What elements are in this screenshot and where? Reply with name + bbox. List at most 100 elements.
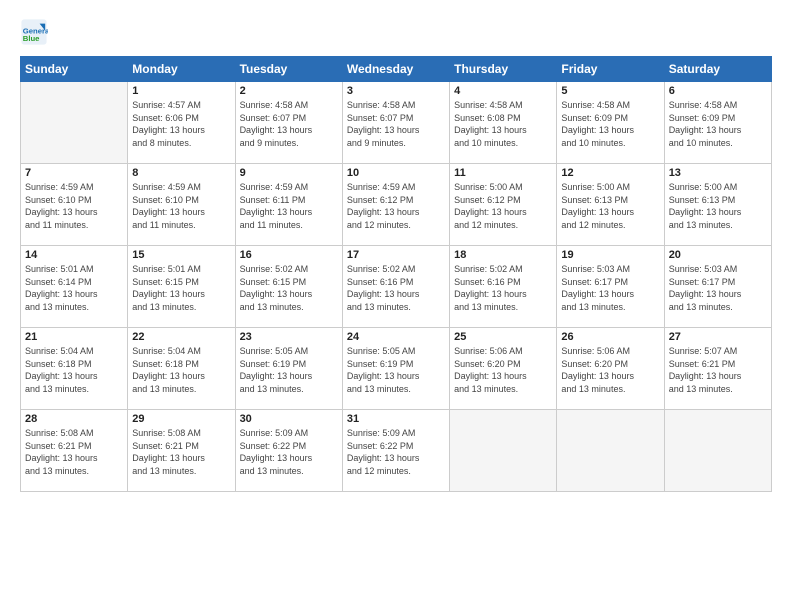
cell-date: 30 — [240, 413, 338, 425]
calendar-cell: 8 Sunrise: 4:59 AM Sunset: 6:10 PM Daylig… — [128, 164, 235, 246]
logo-icon: General Blue — [20, 18, 48, 46]
calendar-cell: 19 Sunrise: 5:03 AM Sunset: 6:17 PM Dayli… — [557, 246, 664, 328]
calendar-cell: 14Sunrise: 5:01 AM Sunset: 6:14 PM Dayli… — [21, 246, 128, 328]
calendar-cell: 11Sunrise: 5:00 AM Sunset: 6:12 PM Dayli… — [450, 164, 557, 246]
cell-info: Sunrise: 5:02 AM Sunset: 6:16 PM Dayligh… — [454, 263, 552, 313]
calendar-cell: 1 Sunrise: 4:57 AM Sunset: 6:06 PM Daylig… — [128, 82, 235, 164]
cell-info: Sunrise: 5:01 AM Sunset: 6:15 PM Dayligh… — [132, 263, 230, 313]
weekday-header-friday: Friday — [557, 57, 664, 82]
cell-date: 20 — [669, 249, 767, 261]
calendar-cell: 28 Sunrise: 5:08 AM Sunset: 6:21 PM Dayli… — [21, 410, 128, 492]
weekday-header-tuesday: Tuesday — [235, 57, 342, 82]
weekday-header-sunday: Sunday — [21, 57, 128, 82]
cell-date: 27 — [669, 331, 767, 343]
header: General Blue — [20, 18, 772, 46]
calendar-cell: 17 Sunrise: 5:02 AM Sunset: 6:16 PM Dayli… — [342, 246, 449, 328]
cell-date: 18 — [454, 249, 552, 261]
cell-info: Sunrise: 4:59 AM Sunset: 6:12 PM Dayligh… — [347, 181, 445, 231]
logo: General Blue — [20, 18, 50, 46]
cell-info: Sunrise: 4:58 AM Sunset: 6:07 PM Dayligh… — [240, 99, 338, 149]
cell-date: 4 — [454, 85, 552, 97]
calendar-cell: 3 Sunrise: 4:58 AM Sunset: 6:07 PM Daylig… — [342, 82, 449, 164]
cell-info: Sunrise: 5:09 AM Sunset: 6:22 PM Dayligh… — [240, 427, 338, 477]
cell-date: 31 — [347, 413, 445, 425]
weekday-header-wednesday: Wednesday — [342, 57, 449, 82]
cell-info: Sunrise: 4:59 AM Sunset: 6:11 PM Dayligh… — [240, 181, 338, 231]
cell-info: Sunrise: 4:58 AM Sunset: 6:08 PM Dayligh… — [454, 99, 552, 149]
cell-info: Sunrise: 4:58 AM Sunset: 6:07 PM Dayligh… — [347, 99, 445, 149]
cell-info: Sunrise: 4:59 AM Sunset: 6:10 PM Dayligh… — [25, 181, 123, 231]
cell-info: Sunrise: 5:07 AM Sunset: 6:21 PM Dayligh… — [669, 345, 767, 395]
calendar-cell: 9 Sunrise: 4:59 AM Sunset: 6:11 PM Daylig… — [235, 164, 342, 246]
calendar-cell: 15 Sunrise: 5:01 AM Sunset: 6:15 PM Dayli… — [128, 246, 235, 328]
cell-info: Sunrise: 5:02 AM Sunset: 6:15 PM Dayligh… — [240, 263, 338, 313]
week-row-4: 28 Sunrise: 5:08 AM Sunset: 6:21 PM Dayli… — [21, 410, 772, 492]
cell-date: 22 — [132, 331, 230, 343]
calendar-cell: 5Sunrise: 4:58 AM Sunset: 6:09 PM Daylig… — [557, 82, 664, 164]
cell-date: 8 — [132, 167, 230, 179]
calendar-cell: 10Sunrise: 4:59 AM Sunset: 6:12 PM Dayli… — [342, 164, 449, 246]
cell-date: 9 — [240, 167, 338, 179]
calendar-cell: 26Sunrise: 5:06 AM Sunset: 6:20 PM Dayli… — [557, 328, 664, 410]
cell-date: 28 — [25, 413, 123, 425]
cell-info: Sunrise: 5:05 AM Sunset: 6:19 PM Dayligh… — [347, 345, 445, 395]
cell-info: Sunrise: 4:58 AM Sunset: 6:09 PM Dayligh… — [669, 99, 767, 149]
week-row-1: 7 Sunrise: 4:59 AM Sunset: 6:10 PM Daylig… — [21, 164, 772, 246]
weekday-header-thursday: Thursday — [450, 57, 557, 82]
calendar-cell: 29Sunrise: 5:08 AM Sunset: 6:21 PM Dayli… — [128, 410, 235, 492]
calendar-cell — [21, 82, 128, 164]
week-row-3: 21 Sunrise: 5:04 AM Sunset: 6:18 PM Dayli… — [21, 328, 772, 410]
cell-date: 15 — [132, 249, 230, 261]
calendar-cell: 4 Sunrise: 4:58 AM Sunset: 6:08 PM Daylig… — [450, 82, 557, 164]
calendar-cell: 30 Sunrise: 5:09 AM Sunset: 6:22 PM Dayli… — [235, 410, 342, 492]
weekday-header-monday: Monday — [128, 57, 235, 82]
weekday-header-row: SundayMondayTuesdayWednesdayThursdayFrid… — [21, 57, 772, 82]
cell-info: Sunrise: 5:00 AM Sunset: 6:13 PM Dayligh… — [561, 181, 659, 231]
cell-info: Sunrise: 5:09 AM Sunset: 6:22 PM Dayligh… — [347, 427, 445, 477]
calendar-cell: 27 Sunrise: 5:07 AM Sunset: 6:21 PM Dayli… — [664, 328, 771, 410]
cell-date: 5 — [561, 85, 659, 97]
calendar-cell: 6Sunrise: 4:58 AM Sunset: 6:09 PM Daylig… — [664, 82, 771, 164]
cell-info: Sunrise: 5:00 AM Sunset: 6:13 PM Dayligh… — [669, 181, 767, 231]
cell-date: 19 — [561, 249, 659, 261]
calendar-cell: 24 Sunrise: 5:05 AM Sunset: 6:19 PM Dayli… — [342, 328, 449, 410]
cell-date: 3 — [347, 85, 445, 97]
cell-date: 23 — [240, 331, 338, 343]
cell-date: 26 — [561, 331, 659, 343]
calendar-cell: 18 Sunrise: 5:02 AM Sunset: 6:16 PM Dayli… — [450, 246, 557, 328]
calendar-cell: 20 Sunrise: 5:03 AM Sunset: 6:17 PM Dayli… — [664, 246, 771, 328]
calendar-table: SundayMondayTuesdayWednesdayThursdayFrid… — [20, 56, 772, 492]
cell-info: Sunrise: 5:02 AM Sunset: 6:16 PM Dayligh… — [347, 263, 445, 313]
cell-date: 14 — [25, 249, 123, 261]
cell-date: 7 — [25, 167, 123, 179]
calendar-cell: 13 Sunrise: 5:00 AM Sunset: 6:13 PM Dayli… — [664, 164, 771, 246]
cell-info: Sunrise: 4:57 AM Sunset: 6:06 PM Dayligh… — [132, 99, 230, 149]
cell-date: 11 — [454, 167, 552, 179]
cell-info: Sunrise: 5:04 AM Sunset: 6:18 PM Dayligh… — [25, 345, 123, 395]
cell-info: Sunrise: 4:59 AM Sunset: 6:10 PM Dayligh… — [132, 181, 230, 231]
calendar-cell — [664, 410, 771, 492]
cell-date: 29 — [132, 413, 230, 425]
weekday-header-saturday: Saturday — [664, 57, 771, 82]
cell-info: Sunrise: 5:03 AM Sunset: 6:17 PM Dayligh… — [669, 263, 767, 313]
cell-date: 25 — [454, 331, 552, 343]
week-row-0: 1 Sunrise: 4:57 AM Sunset: 6:06 PM Daylig… — [21, 82, 772, 164]
cell-date: 17 — [347, 249, 445, 261]
calendar-cell: 21 Sunrise: 5:04 AM Sunset: 6:18 PM Dayli… — [21, 328, 128, 410]
cell-info: Sunrise: 5:08 AM Sunset: 6:21 PM Dayligh… — [25, 427, 123, 477]
svg-text:Blue: Blue — [23, 34, 40, 43]
cell-date: 21 — [25, 331, 123, 343]
cell-date: 1 — [132, 85, 230, 97]
calendar-cell: 7 Sunrise: 4:59 AM Sunset: 6:10 PM Daylig… — [21, 164, 128, 246]
cell-info: Sunrise: 5:04 AM Sunset: 6:18 PM Dayligh… — [132, 345, 230, 395]
calendar-cell: 16 Sunrise: 5:02 AM Sunset: 6:15 PM Dayli… — [235, 246, 342, 328]
page: General Blue SundayMondayTuesdayWednesda… — [0, 0, 792, 612]
calendar-cell: 2 Sunrise: 4:58 AM Sunset: 6:07 PM Daylig… — [235, 82, 342, 164]
cell-date: 24 — [347, 331, 445, 343]
cell-date: 16 — [240, 249, 338, 261]
cell-info: Sunrise: 5:05 AM Sunset: 6:19 PM Dayligh… — [240, 345, 338, 395]
cell-date: 12 — [561, 167, 659, 179]
cell-date: 13 — [669, 167, 767, 179]
cell-info: Sunrise: 5:03 AM Sunset: 6:17 PM Dayligh… — [561, 263, 659, 313]
cell-date: 2 — [240, 85, 338, 97]
